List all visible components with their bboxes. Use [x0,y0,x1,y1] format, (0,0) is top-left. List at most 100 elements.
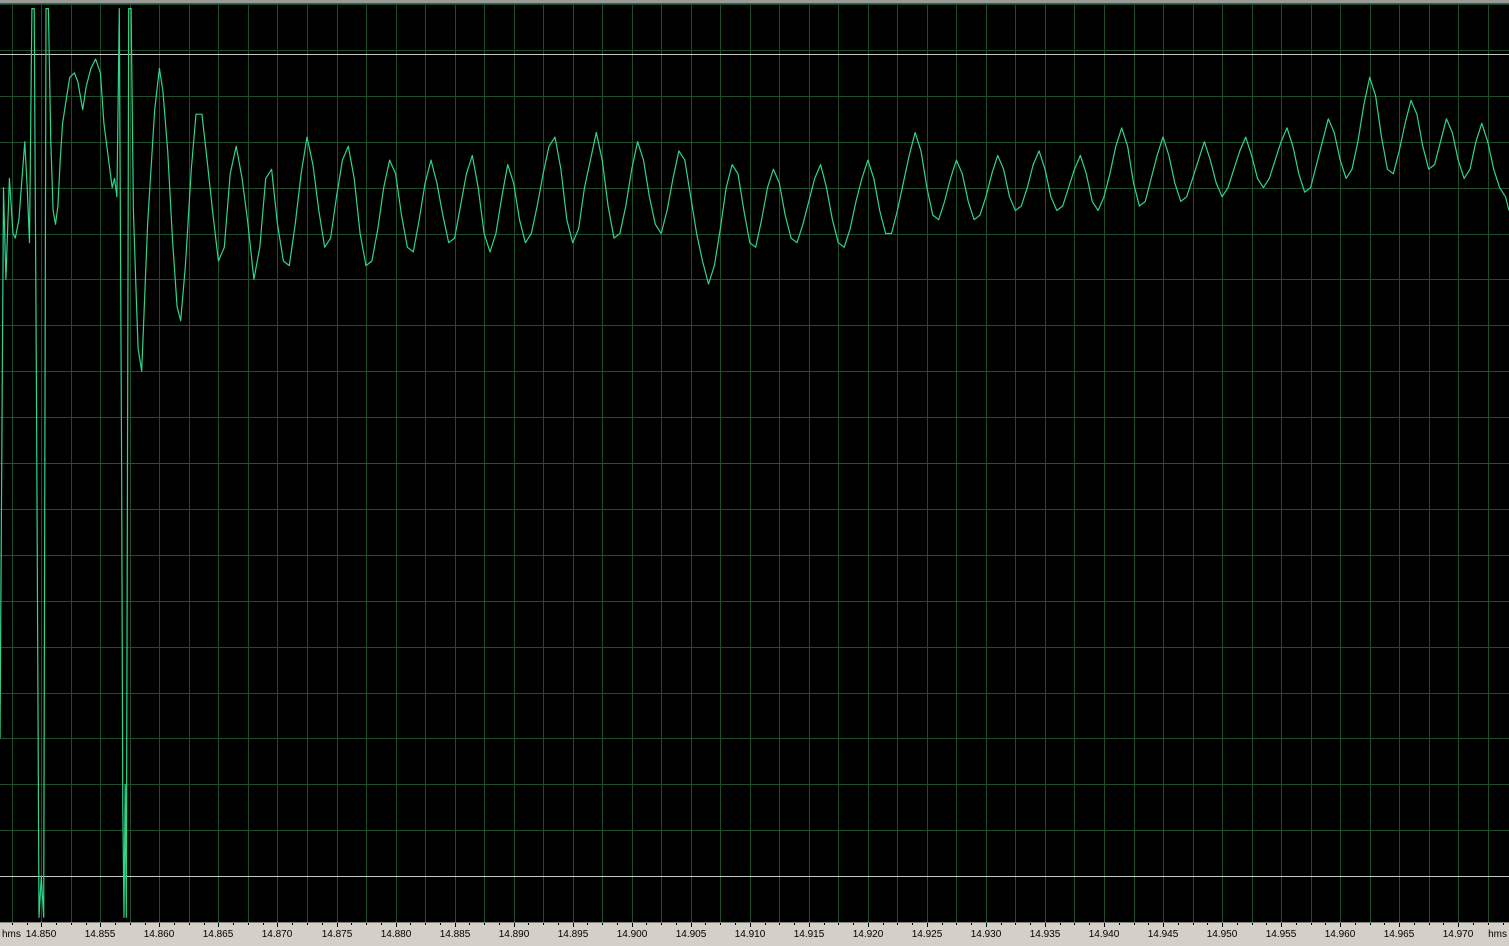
ruler-minor-tick [1134,923,1135,925]
ruler-tick-label: 14.900 [616,929,648,940]
ruler-minor-tick [56,923,57,925]
ruler-tick-label: 14.870 [261,929,293,940]
ruler-minor-tick [292,923,293,925]
ruler-minor-tick [794,923,795,925]
ruler-minor-tick [602,923,603,925]
ruler-minor-tick [617,923,618,925]
ruler-minor-tick [883,923,884,925]
ruler-minor-tick [1355,923,1356,925]
ruler-minor-tick [233,923,234,925]
ruler-minor-tick [396,923,397,925]
ruler-minor-tick [1384,923,1385,925]
ruler-tick-label: 14.925 [911,929,943,940]
ruler-tick-label: 14.955 [1265,929,1297,940]
ruler-minor-tick [632,923,633,925]
ruler-minor-tick [159,923,160,925]
ruler-minor-tick [705,923,706,925]
ruler-minor-tick [277,923,278,925]
ruler-minor-tick [1370,923,1371,925]
ruler-minor-tick [1414,923,1415,925]
ruler-tick-label: 14.950 [1206,929,1238,940]
ruler-minor-tick [1443,923,1444,925]
ruler-minor-tick [1311,923,1312,925]
ruler-minor-tick [469,923,470,925]
waveform-canvas[interactable] [0,4,1509,922]
ruler-minor-tick [115,923,116,925]
ruler-minor-tick [971,923,972,925]
ruler-minor-tick [499,923,500,925]
ruler-minor-tick [1030,923,1031,925]
ruler-minor-tick [1045,923,1046,925]
ruler-tick-label: 14.890 [498,929,530,940]
ruler-minor-tick [1252,923,1253,925]
ruler-minor-tick [1015,923,1016,925]
ruler-minor-tick [204,923,205,925]
ruler-minor-tick [1296,923,1297,925]
ruler-minor-tick [912,923,913,925]
ruler-minor-tick [86,923,87,925]
ruler-minor-tick [1429,923,1430,925]
ruler-minor-tick [1222,923,1223,925]
ruler-minor-tick [1458,923,1459,925]
ruler-minor-tick [1399,923,1400,925]
ruler-minor-tick [809,923,810,925]
ruler-minor-tick [218,923,219,925]
ruler-minor-tick [1488,923,1489,925]
time-unit-right: hms [1488,929,1507,940]
ruler-minor-tick [1340,923,1341,925]
ruler-minor-tick [425,923,426,925]
waveform-editor: hms hms 14.850 14.855 14.860 14.865 14.870 14… [0,0,1509,946]
ruler-minor-tick [440,923,441,925]
ruler-minor-tick [1148,923,1149,925]
ruler-minor-tick [646,923,647,925]
ruler-minor-tick [1163,923,1164,925]
ruler-minor-tick [484,923,485,925]
ruler-minor-tick [1074,923,1075,925]
ruler-minor-tick [145,923,146,925]
ruler-minor-tick [455,923,456,925]
ruler-tick-label: 14.910 [734,929,766,940]
ruler-minor-tick [1001,923,1002,925]
ruler-tick-label: 14.855 [84,929,116,940]
time-ruler[interactable]: hms hms 14.850 14.855 14.860 14.865 14.870 14… [0,922,1509,946]
ruler-minor-tick [720,923,721,925]
ruler-tick-label: 14.880 [380,929,412,940]
ruler-minor-tick [514,923,515,925]
ruler-minor-tick [735,923,736,925]
ruler-minor-tick [676,923,677,925]
ruler-minor-tick [661,923,662,925]
ruler-minor-tick [824,923,825,925]
ruler-minor-tick [366,923,367,925]
ruler-minor-tick [750,923,751,925]
ruler-minor-tick [927,923,928,925]
ruler-minor-tick [307,923,308,925]
ruler-minor-tick [1193,923,1194,925]
ruler-tick-label: 14.885 [439,929,471,940]
ruler-minor-tick [1503,923,1504,925]
ruler-minor-tick [1060,923,1061,925]
ruler-minor-tick [1266,923,1267,925]
ruler-minor-tick [1237,923,1238,925]
ruler-minor-tick [528,923,529,925]
ruler-minor-tick [1325,923,1326,925]
ruler-minor-tick [986,923,987,925]
ruler-tick-label: 14.860 [143,929,175,940]
ruler-tick-label: 14.875 [321,929,353,940]
ruler-tick-label: 14.935 [1029,929,1061,940]
ruler-minor-tick [558,923,559,925]
ruler-minor-tick [322,923,323,925]
ruler-tick-label: 14.895 [557,929,589,940]
ruler-minor-tick [189,923,190,925]
ruler-minor-tick [779,923,780,925]
ruler-tick-label: 14.960 [1324,929,1356,940]
ruler-minor-tick [1473,923,1474,925]
ruler-minor-tick [248,923,249,925]
ruler-minor-tick [1178,923,1179,925]
ruler-minor-tick [868,923,869,925]
ruler-tick-label: 14.865 [202,929,234,940]
ruler-tick-label: 14.920 [852,929,884,940]
ruler-minor-tick [1089,923,1090,925]
ruler-minor-tick [543,923,544,925]
ruler-minor-tick [410,923,411,925]
ruler-minor-tick [381,923,382,925]
